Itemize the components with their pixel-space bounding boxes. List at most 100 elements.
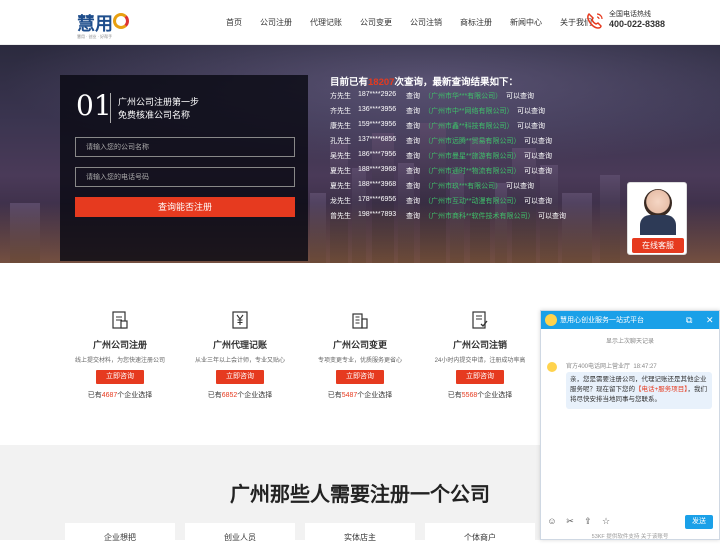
query-name: 齐先生 bbox=[330, 108, 351, 115]
query-company: （广州市曼星**旅游有限公司） bbox=[424, 153, 521, 160]
query-title: 目前已有18207次查询，最新查询结果如下： bbox=[330, 74, 518, 88]
query-phone: 187****2926 bbox=[358, 91, 397, 98]
query-result: 可以查询 bbox=[524, 198, 552, 205]
query-check: 查询 bbox=[406, 213, 420, 220]
service-card-change: 广州公司变更 专项变更专业，优质服务更省心 立即咨询 已有5487个企业选择 bbox=[300, 310, 420, 410]
close-icon[interactable]: ✕ bbox=[706, 314, 714, 326]
logo[interactable]: 慧用 慧用 · 创业 · 好帮手 bbox=[77, 10, 137, 39]
agent-body bbox=[640, 215, 676, 235]
agent-avatar-icon bbox=[547, 362, 557, 372]
service-desc: 线上提交材料，为您快速注册公司 bbox=[74, 358, 165, 364]
service-desc: 从业三年以上会计师，专业又贴心 bbox=[194, 358, 285, 364]
query-result: 可以查询 bbox=[517, 108, 545, 115]
count-prefix: 已有 bbox=[447, 392, 462, 399]
step-divider bbox=[110, 93, 111, 123]
service-desc: 24小时内提交申请，注册成功率高 bbox=[434, 358, 526, 364]
scissors-icon[interactable]: ✂ bbox=[565, 516, 575, 527]
chat-message: 亲，您是需要注册公司，代理记账还是其他企业服务呢？现在留下您的【电话+服务项目】… bbox=[566, 372, 712, 409]
consult-button[interactable]: 立即咨询 bbox=[336, 370, 384, 384]
nav-item-registration[interactable]: 公司注册 bbox=[260, 17, 292, 28]
query-check: 查询 bbox=[406, 108, 420, 115]
query-name: 孔先生 bbox=[330, 138, 351, 145]
query-name: 曾先生 bbox=[330, 213, 351, 220]
query-result: 可以查询 bbox=[517, 123, 545, 130]
query-phone: 159****3956 bbox=[358, 121, 397, 128]
nav-item-change[interactable]: 公司变更 bbox=[360, 17, 392, 28]
nav-item-cancellation[interactable]: 公司注销 bbox=[410, 17, 442, 28]
query-company: （广州市玖***有限公司） bbox=[424, 183, 503, 190]
service-count: 已有5487个企业选择 bbox=[300, 390, 420, 400]
nav-item-trademark[interactable]: 商标注册 bbox=[460, 17, 492, 28]
upload-icon[interactable]: ⇪ bbox=[583, 516, 593, 527]
query-name: 吴先生 bbox=[330, 153, 351, 160]
query-phone: 136****3956 bbox=[358, 106, 397, 113]
message-sender: 官方400电话网上营业厅 bbox=[566, 364, 631, 370]
audience-card[interactable]: 个体商户 bbox=[425, 523, 535, 543]
query-phone: 188****3968 bbox=[358, 166, 397, 173]
document-icon bbox=[112, 311, 128, 329]
chat-title: 慧用心创业服务一站式平台 bbox=[560, 317, 644, 324]
nav-item-news[interactable]: 新闻中心 bbox=[510, 17, 542, 28]
message-meta: 官方400电话网上营业厅 18:47:27 bbox=[566, 361, 657, 370]
name-check-form: 01 广州公司注册第一步 免费核准公司名称 查询能否注册 bbox=[60, 75, 308, 261]
count-suffix: 个企业选择 bbox=[357, 392, 393, 399]
query-check: 查询 bbox=[406, 198, 420, 205]
send-button[interactable]: 发送 bbox=[685, 515, 713, 529]
query-result: 可以查询 bbox=[524, 153, 552, 160]
query-company: （广州市中**网络有限公司） bbox=[424, 108, 514, 115]
audience-card[interactable]: 创业人员 bbox=[185, 523, 295, 543]
query-name: 方先生 bbox=[330, 93, 351, 100]
query-result: 可以查询 bbox=[538, 213, 566, 220]
online-service-widget[interactable]: 在线客服 bbox=[627, 182, 687, 255]
count-prefix: 已有 bbox=[87, 392, 102, 399]
chat-header: 慧用心创业服务一站式平台 ⧉ ✕ bbox=[541, 311, 719, 329]
check-availability-button[interactable]: 查询能否注册 bbox=[75, 197, 295, 217]
count-prefix: 已有 bbox=[207, 392, 222, 399]
step-number: 01 bbox=[76, 89, 112, 122]
hotline-label: 全国电话热线 bbox=[609, 11, 651, 18]
query-result: 可以查询 bbox=[506, 183, 534, 190]
query-phone: 198****7893 bbox=[358, 211, 397, 218]
message-time: 18:47:27 bbox=[633, 364, 657, 370]
phone-input[interactable] bbox=[75, 167, 295, 187]
main-nav: 首页 公司注册 代理记账 公司变更 公司注销 商标注册 新闻中心 关于我们 bbox=[226, 17, 610, 28]
agent-avatar bbox=[644, 189, 672, 217]
query-result: 可以查询 bbox=[524, 138, 552, 145]
query-company: （广州市远腾**贸易有限公司） bbox=[424, 138, 521, 145]
service-card-registration: 广州公司注册 线上提交材料，为您快速注册公司 立即咨询 已有4687个企业选择 bbox=[60, 310, 180, 410]
audience-card[interactable]: 企业想把 bbox=[65, 523, 175, 543]
count-suffix: 个企业选择 bbox=[237, 392, 273, 399]
chat-window: 慧用心创业服务一站式平台 ⧉ ✕ 显示上次聊天记录 官方400电话网上营业厅 1… bbox=[540, 310, 720, 540]
consult-button[interactable]: 立即咨询 bbox=[216, 370, 264, 384]
nav-item-bookkeeping[interactable]: 代理记账 bbox=[310, 17, 342, 28]
nav-item-home[interactable]: 首页 bbox=[226, 17, 242, 28]
query-result: 可以查询 bbox=[506, 93, 534, 100]
service-card-cancellation: 广州公司注销 24小时内提交申请，注册成功率高 立即咨询 已有5568个企业选择 bbox=[420, 310, 540, 410]
audience-card[interactable]: 实体店主 bbox=[305, 523, 415, 543]
logo-mark-icon bbox=[113, 13, 129, 29]
query-company: （广州市商科**软件技术有限公司） bbox=[424, 213, 535, 220]
query-name: 龙先生 bbox=[330, 198, 351, 205]
building-icon bbox=[352, 313, 368, 329]
count-value: 6852 bbox=[221, 392, 238, 399]
query-phone: 188****3968 bbox=[358, 181, 397, 188]
popout-icon[interactable]: ⧉ bbox=[686, 314, 692, 326]
logo-text: 慧用 bbox=[77, 14, 113, 35]
query-title-prefix: 目前已有 bbox=[330, 77, 369, 88]
count-value: 4687 bbox=[101, 392, 118, 399]
count-suffix: 个企业选择 bbox=[117, 392, 153, 399]
chat-toolbar: ☺ ✂ ⇪ ☆ bbox=[547, 516, 619, 527]
emoji-icon[interactable]: ☺ bbox=[547, 516, 557, 527]
service-title: 广州公司变更 bbox=[332, 340, 387, 350]
consult-button[interactable]: 立即咨询 bbox=[456, 370, 504, 384]
service-card-bookkeeping: 广州代理记账 从业三年以上会计师，专业又贴心 立即咨询 已有6852个企业选择 bbox=[180, 310, 300, 410]
online-service-button[interactable]: 在线客服 bbox=[632, 238, 684, 253]
show-history-link[interactable]: 显示上次聊天记录 bbox=[541, 336, 719, 345]
company-name-input[interactable] bbox=[75, 137, 295, 157]
query-check: 查询 bbox=[406, 138, 420, 145]
query-check: 查询 bbox=[406, 183, 420, 190]
query-company: （广州市互动**动漫有限公司） bbox=[424, 198, 521, 205]
query-check: 查询 bbox=[406, 153, 420, 160]
consult-button[interactable]: 立即咨询 bbox=[96, 370, 144, 384]
star-icon[interactable]: ☆ bbox=[601, 516, 611, 527]
